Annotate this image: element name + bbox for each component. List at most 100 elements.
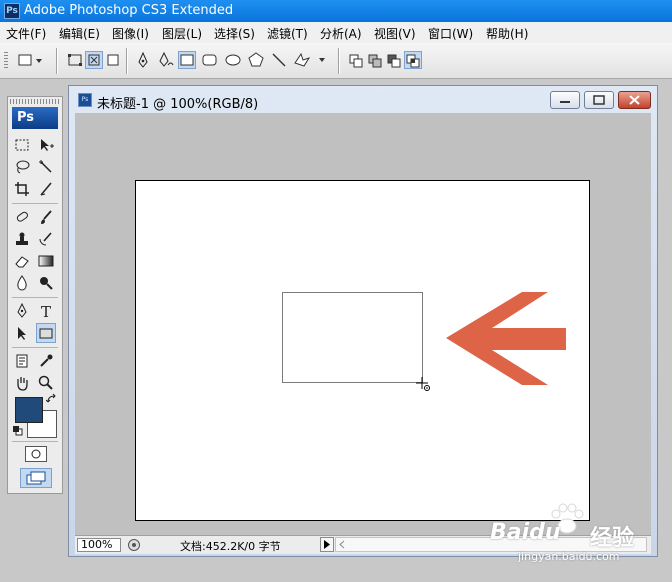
polygon-tool-button[interactable] [247, 51, 265, 69]
move-icon [41, 139, 54, 151]
rectangle-tool[interactable] [36, 323, 56, 343]
maximize-button[interactable] [584, 91, 614, 109]
intersect-shape-areas-button[interactable] [404, 51, 422, 69]
marquee-tool[interactable] [12, 135, 32, 155]
ellipse-tool-button[interactable] [224, 51, 242, 69]
move-tool[interactable] [36, 135, 56, 155]
document-title: 未标题-1 @ 100%(RGB/8) [97, 97, 259, 112]
menu-window[interactable]: 窗口(W) [428, 25, 473, 42]
custom-shape-tool-button[interactable] [292, 51, 328, 69]
swap-colors-button[interactable] [45, 393, 58, 405]
rectangle-icon [180, 54, 194, 66]
shape-layers-button[interactable] [66, 51, 84, 69]
add-to-shape-area-icon [368, 54, 382, 68]
type-icon: T [41, 303, 51, 319]
toolbox-grip[interactable] [10, 99, 60, 104]
canvas-workspace[interactable] [75, 113, 651, 535]
svg-text:T: T [41, 303, 51, 319]
watermark-brand-cn: 经验 [590, 526, 635, 551]
rounded-rectangle-tool-button[interactable] [201, 51, 219, 69]
subtract-from-shape-area-button[interactable] [385, 51, 403, 69]
app-window-title: Adobe Photoshop CS3 Extended [24, 3, 234, 18]
freeform-pen-tool-button[interactable] [156, 51, 174, 69]
menu-view[interactable]: 视图(V) [374, 25, 416, 42]
minimize-button[interactable] [550, 91, 580, 109]
eraser-tool[interactable] [12, 251, 32, 271]
crop-tool[interactable] [12, 179, 32, 199]
intersect-shape-areas-icon [406, 54, 420, 68]
orange-arrow-annotation [446, 292, 566, 385]
brush-tool[interactable] [36, 207, 56, 227]
tool-preset-picker[interactable] [16, 51, 44, 69]
gradient-tool[interactable] [36, 251, 56, 271]
default-colors-button[interactable] [13, 425, 23, 436]
close-icon [629, 95, 640, 105]
add-to-shape-area-button[interactable] [366, 51, 384, 69]
dodge-icon [40, 277, 53, 290]
options-bar-grip[interactable] [4, 52, 8, 70]
menu-help[interactable]: 帮助(H) [486, 25, 528, 42]
watermark-url: jingyan.baidu.com [518, 550, 620, 563]
scroll-left-icon [339, 540, 345, 549]
paths-icon [88, 54, 100, 66]
eraser-icon [15, 256, 29, 268]
pen-tool[interactable] [12, 301, 32, 321]
foreground-color-swatch[interactable] [15, 397, 43, 423]
app-title-bar[interactable]: Ps Adobe Photoshop CS3 Extended [0, 0, 672, 22]
rectangle-path-shape[interactable] [282, 292, 423, 383]
eyedropper-tool[interactable] [36, 351, 56, 371]
new-shape-area-button[interactable] [347, 51, 365, 69]
healing-brush-tool[interactable] [12, 207, 32, 227]
slice-icon [40, 182, 52, 196]
magic-wand-tool[interactable] [36, 157, 56, 177]
menu-image[interactable]: 图像(I) [112, 25, 149, 42]
brush-icon [41, 210, 52, 224]
custom-shape-icon [294, 52, 325, 67]
hand-tool[interactable] [12, 373, 32, 393]
freeform-pen-icon [159, 51, 174, 67]
maximize-icon [593, 95, 605, 105]
toolbox-logo: Ps [12, 107, 58, 129]
path-selection-tool[interactable] [12, 323, 32, 343]
tool-options-bar [0, 43, 672, 79]
crosshair-cursor-icon [416, 377, 430, 391]
dodge-tool[interactable] [36, 273, 56, 293]
status-menu-button[interactable] [320, 537, 334, 552]
fill-pixels-button[interactable] [104, 51, 122, 69]
status-info-button[interactable] [125, 538, 143, 552]
zoom-tool[interactable] [36, 373, 56, 393]
document-window[interactable]: Ps 未标题-1 @ 100%(RGB/8) 100% 文档:452.2K/0 … [68, 85, 658, 557]
rectangle-tool-button[interactable] [178, 51, 196, 69]
menu-analysis[interactable]: 分析(A) [320, 25, 362, 42]
rectangle-shape-tool-icon [39, 328, 53, 339]
quick-mask-icon [31, 449, 41, 459]
notes-tool[interactable] [12, 351, 32, 371]
pen-tool-button[interactable] [134, 51, 152, 69]
clone-stamp-tool[interactable] [12, 229, 32, 249]
menu-edit[interactable]: 编辑(E) [59, 25, 100, 42]
hand-icon [17, 377, 28, 391]
zoom-level-field[interactable]: 100% [77, 538, 121, 552]
ellipse-icon [225, 54, 241, 66]
paths-button[interactable] [85, 51, 103, 69]
close-button[interactable] [618, 91, 651, 109]
line-tool-button[interactable] [270, 51, 288, 69]
screen-mode-button[interactable] [20, 468, 52, 488]
document-icon: Ps [78, 93, 92, 107]
path-selection-icon [18, 327, 26, 340]
lasso-tool[interactable] [12, 157, 32, 177]
menu-filter[interactable]: 滤镜(T) [267, 25, 308, 42]
type-tool[interactable]: T [36, 301, 56, 321]
quick-mask-button[interactable] [25, 446, 47, 462]
notes-icon [16, 354, 28, 368]
image-canvas[interactable] [135, 180, 590, 521]
crop-icon [15, 182, 29, 196]
fill-pixels-icon [107, 54, 119, 66]
menu-layer[interactable]: 图层(L) [162, 25, 202, 42]
menu-bar: 文件(F) 编辑(E) 图像(I) 图层(L) 选择(S) 滤镜(T) 分析(A… [0, 22, 672, 44]
menu-file[interactable]: 文件(F) [6, 25, 46, 42]
menu-select[interactable]: 选择(S) [214, 25, 255, 42]
history-brush-tool[interactable] [36, 229, 56, 249]
blur-tool[interactable] [12, 273, 32, 293]
slice-tool[interactable] [36, 179, 56, 199]
